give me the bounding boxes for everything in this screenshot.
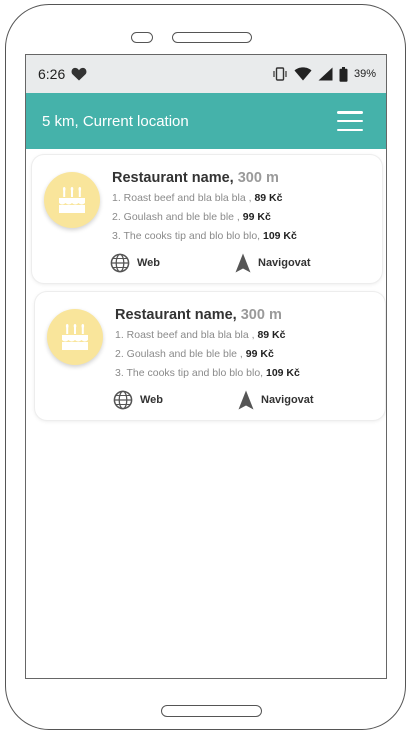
navigate-label: Navigovat <box>261 394 314 406</box>
navigation-arrow-icon <box>238 390 254 410</box>
signal-icon <box>318 67 333 81</box>
menu-item-price: 99 Kč <box>242 211 271 223</box>
navigate-button[interactable]: Navigovat <box>235 253 311 273</box>
restaurant-distance: 300 m <box>240 307 282 323</box>
restaurant-name: Restaurant name, 300 m <box>112 170 279 186</box>
location-title: 5 km, Current location <box>42 112 189 130</box>
restaurant-card[interactable]: Restaurant name, 300 m 1. Roast beef and… <box>32 155 382 283</box>
menu-item: 3. The cooks tip and blo blo blo, 109 Kč <box>115 367 385 386</box>
menu-item-price: 109 Kč <box>263 230 297 242</box>
web-label: Web <box>140 394 164 406</box>
wifi-icon <box>294 67 312 81</box>
globe-icon <box>110 253 130 273</box>
menu-item-price: 99 Kč <box>245 348 274 360</box>
web-label: Web <box>137 257 161 269</box>
menu-item-name: 3. The cooks tip and blo blo blo, <box>112 230 263 242</box>
card-actions: Web Navigovat <box>110 253 380 277</box>
home-button[interactable] <box>161 705 262 717</box>
restaurant-card[interactable]: Restaurant name, 300 m 1. Roast beef and… <box>35 292 385 420</box>
menu-item-price: 89 Kč <box>257 329 286 341</box>
menu-item: 3. The cooks tip and blo blo blo, 109 Kč <box>112 230 382 249</box>
status-icons: 39% <box>272 66 376 82</box>
menu-item-name: 3. The cooks tip and blo blo blo, <box>115 367 266 379</box>
menu-item-name: 1. Roast beef and bla bla bla , <box>115 329 258 341</box>
app-bar: 5 km, Current location <box>26 93 386 149</box>
web-button[interactable]: Web <box>113 390 163 410</box>
hamburger-menu-icon[interactable] <box>337 111 363 131</box>
battery-icon <box>339 66 348 82</box>
battery-percent: 39% <box>353 68 376 80</box>
restaurant-avatar <box>44 172 100 228</box>
menu-item-name: 2. Goulash and ble ble ble , <box>112 211 243 223</box>
menu-item-name: 2. Goulash and ble ble ble , <box>115 348 246 360</box>
earpiece-speaker <box>172 32 252 43</box>
restaurant-name-text: Restaurant name, <box>115 307 237 323</box>
menu-item: 2. Goulash and ble ble ble , 99 Kč <box>112 211 382 230</box>
restaurant-name-text: Restaurant name, <box>112 170 234 186</box>
status-bar: 6:26 39% <box>26 55 386 93</box>
globe-icon <box>113 390 133 410</box>
front-camera <box>131 32 153 43</box>
web-button[interactable]: Web <box>110 253 160 273</box>
restaurant-distance: 300 m <box>237 170 279 186</box>
vibrate-icon <box>273 67 287 81</box>
menu-list: 1. Roast beef and bla bla bla , 89 Kč 2.… <box>115 329 385 386</box>
navigate-label: Navigovat <box>258 257 311 269</box>
navigate-button[interactable]: Navigovat <box>238 390 314 410</box>
restaurant-avatar <box>47 309 103 365</box>
app-screen: 6:26 39% 5 km, Current location Restaura… <box>25 54 387 679</box>
menu-item-name: 1. Roast beef and bla bla bla , <box>112 192 255 204</box>
cake-icon <box>62 324 88 350</box>
menu-item-price: 109 Kč <box>266 367 300 379</box>
menu-item-price: 89 Kč <box>254 192 283 204</box>
card-actions: Web Navigovat <box>113 390 383 414</box>
restaurant-name: Restaurant name, 300 m <box>115 307 282 323</box>
menu-item: 1. Roast beef and bla bla bla , 89 Kč <box>112 192 382 211</box>
status-time: 6:26 <box>38 66 66 82</box>
menu-item: 1. Roast beef and bla bla bla , 89 Kč <box>115 329 385 348</box>
menu-list: 1. Roast beef and bla bla bla , 89 Kč 2.… <box>112 192 382 249</box>
navigation-arrow-icon <box>235 253 251 273</box>
cake-icon <box>59 187 85 213</box>
menu-item: 2. Goulash and ble ble ble , 99 Kč <box>115 348 385 367</box>
heart-icon <box>71 67 87 81</box>
